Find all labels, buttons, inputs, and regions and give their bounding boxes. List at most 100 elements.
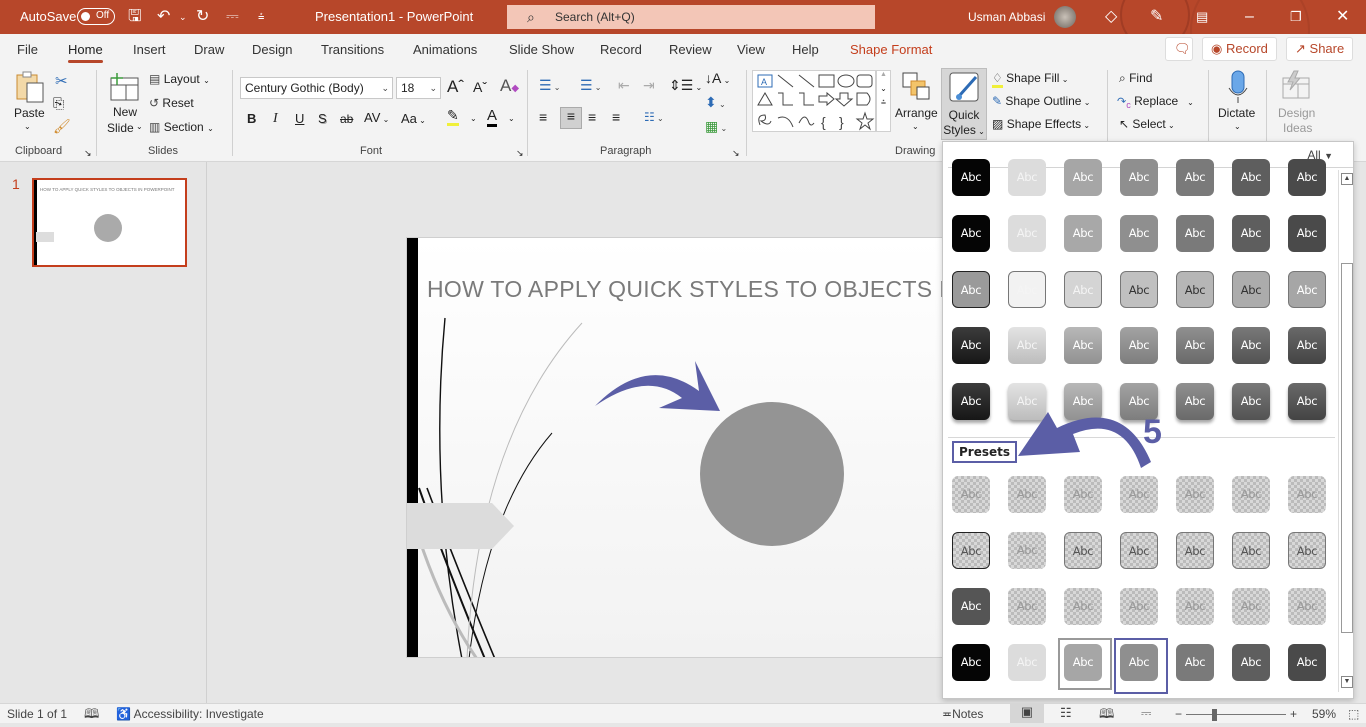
slide-thumbnail[interactable]: HOW TO APPLY QUICK STYLES TO OBJECTS IN … bbox=[32, 178, 187, 267]
chevron-down-icon[interactable]: ⌄ bbox=[1234, 122, 1241, 131]
slide-sorter-icon[interactable]: ☷ bbox=[1060, 705, 1072, 721]
numbering-icon[interactable]: ☰ ⌄ bbox=[580, 77, 602, 94]
quick-style-swatch[interactable]: Abc bbox=[952, 532, 990, 569]
quick-style-swatch[interactable]: Abc bbox=[1064, 588, 1102, 625]
quick-style-swatch[interactable]: Abc bbox=[952, 159, 990, 196]
quick-style-swatch[interactable]: Abc bbox=[1288, 644, 1326, 681]
quick-style-swatch[interactable]: Abc bbox=[1232, 476, 1270, 513]
increase-font-icon[interactable]: Aˆ bbox=[447, 77, 464, 97]
quick-styles-button[interactable]: Quick Styles ⌄ bbox=[941, 68, 987, 140]
quick-style-swatch[interactable]: Abc bbox=[1008, 588, 1046, 625]
bold-button[interactable]: B bbox=[247, 111, 256, 126]
search-box[interactable]: ⌕ Search (Alt+Q) bbox=[507, 5, 875, 29]
redo-icon[interactable]: ↻ bbox=[196, 7, 209, 27]
quick-style-swatch[interactable]: Abc bbox=[952, 327, 990, 364]
quick-style-swatch[interactable]: Abc bbox=[952, 476, 990, 513]
smartart-icon[interactable]: ▦ ⌄ bbox=[705, 118, 727, 135]
tab-insert[interactable]: Insert bbox=[133, 42, 166, 57]
quick-style-swatch[interactable]: Abc bbox=[1064, 327, 1102, 364]
quick-style-swatch[interactable]: Abc bbox=[1176, 159, 1214, 196]
quick-style-swatch[interactable]: Abc bbox=[1008, 327, 1046, 364]
shapes-scroll[interactable]: ▲ ⌄ ⩮ bbox=[876, 70, 891, 132]
select-button[interactable]: ↖ Select ⌄ bbox=[1119, 117, 1175, 131]
quick-style-swatch[interactable]: Abc bbox=[1064, 215, 1102, 252]
tab-view[interactable]: View bbox=[737, 42, 765, 57]
accessibility-button[interactable]: ♿ Accessibility: Investigate bbox=[116, 707, 264, 721]
scroll-up-icon[interactable]: ▲ bbox=[1341, 173, 1353, 185]
spelling-icon[interactable]: 🕮 bbox=[84, 705, 99, 727]
chevron-down-icon[interactable]: ⌄ bbox=[912, 122, 919, 131]
tab-design[interactable]: Design bbox=[252, 42, 292, 57]
bullets-icon[interactable]: ☰ ⌄ bbox=[539, 77, 561, 94]
quick-style-swatch[interactable]: Abc bbox=[1120, 327, 1158, 364]
shape-fill-button[interactable]: ♢ Shape Fill ⌄ bbox=[992, 71, 1068, 88]
align-text-icon[interactable]: ⬍ ⌄ bbox=[705, 94, 726, 111]
tab-slide-show[interactable]: Slide Show bbox=[509, 42, 574, 57]
paste-label[interactable]: Paste bbox=[14, 106, 45, 120]
clear-formatting-icon[interactable]: A◆ bbox=[500, 76, 519, 96]
replace-button[interactable]: ↷c Replace ⌄ bbox=[1117, 94, 1194, 110]
zoom-slider-track[interactable] bbox=[1186, 714, 1286, 715]
undo-dropdown-icon[interactable]: ⌄ bbox=[179, 7, 187, 27]
underline-button[interactable]: U bbox=[295, 111, 304, 126]
scroll-down-icon[interactable]: ▼ bbox=[1341, 676, 1353, 688]
quick-style-swatch[interactable]: Abc bbox=[1120, 588, 1158, 625]
tab-record[interactable]: Record bbox=[600, 42, 642, 57]
dialog-launcher-icon[interactable]: ↘ bbox=[84, 148, 92, 159]
quick-style-swatch[interactable]: Abc bbox=[1008, 159, 1046, 196]
zoom-in-button[interactable]: + bbox=[1290, 707, 1297, 721]
notes-button[interactable]: ≖Notes bbox=[942, 707, 983, 721]
tab-transitions[interactable]: Transitions bbox=[321, 42, 384, 57]
more-icon[interactable]: ⩮ bbox=[877, 97, 890, 108]
quick-style-swatch[interactable]: Abc bbox=[1176, 327, 1214, 364]
tab-animations[interactable]: Animations bbox=[413, 42, 477, 57]
design-ideas-button[interactable] bbox=[1280, 70, 1312, 105]
tab-home[interactable]: Home bbox=[68, 42, 103, 63]
diamond-icon[interactable]: ◇ bbox=[1105, 7, 1117, 27]
dictate-label[interactable]: Dictate bbox=[1218, 106, 1255, 120]
quick-style-swatch[interactable]: Abc bbox=[1008, 271, 1046, 308]
new-slide-label[interactable]: New bbox=[113, 105, 137, 119]
tab-draw[interactable]: Draw bbox=[194, 42, 224, 57]
section-button[interactable]: ▥ Section ⌄ bbox=[149, 120, 214, 134]
tab-help[interactable]: Help bbox=[792, 42, 819, 57]
share-button[interactable]: ↗ Share bbox=[1286, 37, 1354, 61]
change-case-button[interactable]: Aa ⌄ bbox=[401, 111, 426, 126]
quick-style-swatch[interactable]: Abc bbox=[1232, 215, 1270, 252]
quick-style-swatch[interactable]: Abc bbox=[1120, 532, 1158, 569]
quick-style-swatch[interactable]: Abc bbox=[1064, 532, 1102, 569]
quick-style-swatch[interactable]: Abc bbox=[1288, 271, 1326, 308]
scroll-down-icon[interactable]: ⌄ bbox=[877, 84, 890, 93]
tab-review[interactable]: Review bbox=[669, 42, 712, 57]
gallery-scrollbar[interactable]: ▲ ▼ bbox=[1338, 170, 1353, 692]
undo-icon[interactable]: ↶ bbox=[157, 7, 170, 27]
quick-style-swatch[interactable]: Abc bbox=[952, 271, 990, 308]
avatar[interactable] bbox=[1054, 6, 1076, 28]
shape-outline-button[interactable]: ✎ Shape Outline ⌄ bbox=[992, 94, 1090, 108]
reset-button[interactable]: ↺ Reset bbox=[149, 96, 194, 110]
quick-style-swatch[interactable]: Abc bbox=[1232, 644, 1270, 681]
design-ideas-label-2[interactable]: Ideas bbox=[1283, 121, 1312, 135]
strikethrough-button[interactable]: ab bbox=[340, 112, 353, 126]
line-spacing-icon[interactable]: ⇕☰ ⌄ bbox=[669, 77, 702, 94]
dialog-launcher-icon[interactable]: ↘ bbox=[516, 148, 524, 159]
quick-style-swatch[interactable]: Abc bbox=[1232, 327, 1270, 364]
new-slide-button[interactable] bbox=[108, 72, 140, 105]
zoom-out-button[interactable]: − bbox=[1175, 707, 1182, 721]
quick-style-swatch[interactable]: Abc bbox=[1176, 532, 1214, 569]
font-size-select[interactable]: 18 ⌄ bbox=[396, 77, 441, 99]
quick-style-swatch[interactable]: Abc bbox=[1008, 644, 1046, 681]
quick-style-swatch[interactable]: Abc bbox=[1232, 271, 1270, 308]
dialog-launcher-icon[interactable]: ↘ bbox=[732, 148, 740, 159]
quick-style-swatch[interactable]: Abc bbox=[1176, 215, 1214, 252]
zoom-slider-thumb[interactable] bbox=[1212, 709, 1217, 721]
save-icon[interactable]: 🖫 bbox=[128, 7, 142, 27]
quick-style-swatch[interactable]: Abc bbox=[1232, 588, 1270, 625]
minimize-icon[interactable]: – bbox=[1245, 7, 1254, 27]
quick-style-swatch[interactable]: Abc bbox=[1176, 588, 1214, 625]
layout-button[interactable]: ▤ Layout ⌄ bbox=[149, 72, 210, 86]
comments-button[interactable]: 🗨 bbox=[1165, 37, 1193, 61]
quick-style-swatch[interactable]: Abc bbox=[1008, 532, 1046, 569]
quick-style-swatch[interactable]: Abc bbox=[1288, 476, 1326, 513]
user-name[interactable]: Usman Abbasi bbox=[968, 10, 1045, 24]
